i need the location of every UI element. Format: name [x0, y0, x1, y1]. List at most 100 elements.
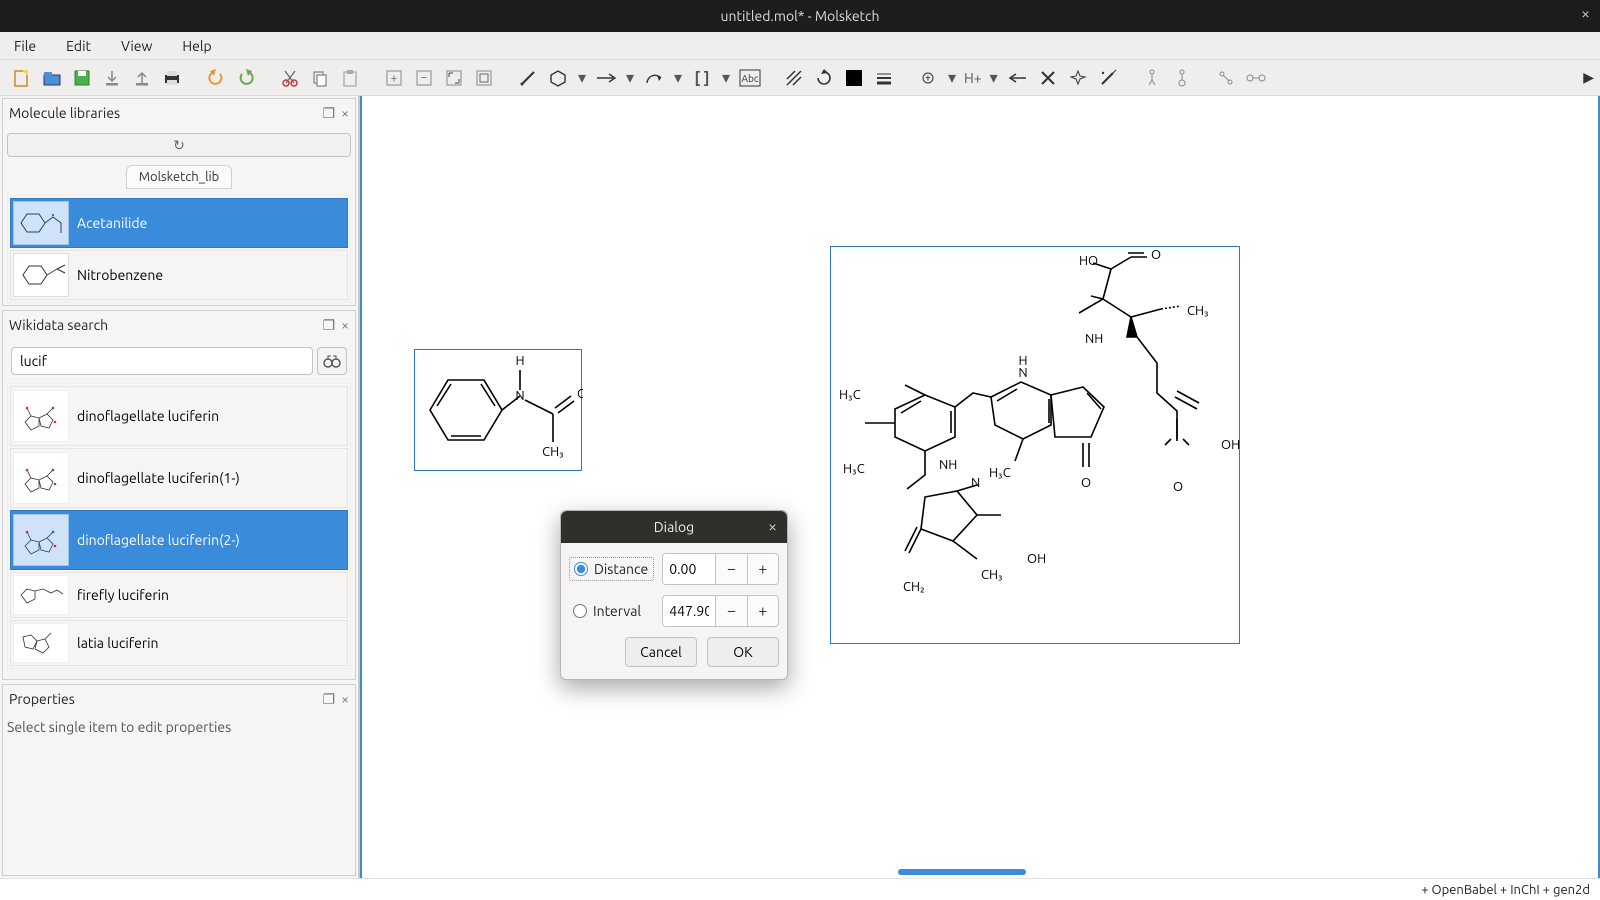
zoom-in-icon[interactable]: +: [382, 66, 406, 90]
horizontal-scroll-thumb[interactable]: [898, 869, 1026, 875]
chevron-down-icon[interactable]: ▾: [624, 66, 636, 90]
dialog-close-icon[interactable]: ×: [768, 518, 777, 536]
panel-title-properties: Properties: [9, 691, 75, 707]
svg-text:−: −: [421, 71, 428, 84]
properties-placeholder: Select single item to edit properties: [3, 713, 355, 795]
bracket-tool-icon[interactable]: [ ]: [690, 66, 714, 90]
distance-input[interactable]: [663, 554, 715, 584]
detach-panel-icon[interactable]: ❐: [323, 317, 336, 334]
spacing-dialog: Dialog × Distance − +: [560, 510, 788, 680]
binoculars-icon[interactable]: [317, 347, 347, 375]
interval-input[interactable]: [663, 596, 715, 626]
close-icon[interactable]: ×: [1581, 5, 1590, 23]
export-icon[interactable]: [130, 66, 154, 90]
panel-header-wikidata: Wikidata search ❐ ×: [3, 311, 355, 339]
menu-view[interactable]: View: [115, 36, 158, 56]
wiki-item[interactable]: dinoflagellate luciferin(1-): [10, 448, 348, 508]
close-panel-icon[interactable]: ×: [341, 317, 349, 334]
chevron-down-icon[interactable]: ▾: [576, 66, 588, 90]
distance-increment-button[interactable]: +: [747, 554, 778, 584]
chevron-down-icon[interactable]: ▾: [720, 66, 732, 90]
menu-help[interactable]: Help: [176, 36, 217, 56]
line-width-icon[interactable]: [872, 66, 896, 90]
zoom-out-icon[interactable]: −: [412, 66, 436, 90]
atom-label: N: [515, 389, 524, 403]
new-file-icon[interactable]: [10, 66, 34, 90]
menu-file[interactable]: File: [8, 36, 42, 56]
interval-increment-button[interactable]: +: [747, 596, 778, 626]
arrow-tool-icon[interactable]: [594, 66, 618, 90]
radio-distance-input[interactable]: [574, 562, 588, 576]
panel-properties: Properties ❐ × Select single item to edi…: [2, 684, 356, 876]
text-tool-icon[interactable]: Abc: [738, 66, 762, 90]
wiki-item[interactable]: dinoflagellate luciferin(2-): [10, 510, 348, 570]
atom-label: H: [1018, 354, 1027, 368]
library-tab-molsketch[interactable]: Molsketch_lib: [126, 165, 233, 189]
radio-interval-input[interactable]: [573, 604, 587, 618]
menu-edit[interactable]: Edit: [60, 36, 97, 56]
atom-label: NH: [1085, 332, 1103, 346]
paste-icon[interactable]: [338, 66, 362, 90]
wikidata-search-input[interactable]: [11, 347, 313, 375]
wiki-item-label: latia luciferin: [77, 635, 159, 651]
wiki-item-label: dinoflagellate luciferin: [77, 408, 219, 424]
molecule-selection-luciferin[interactable]: HO O NH CH₃ N H H₃C H₃C NH H₃C O OH O N …: [830, 246, 1240, 644]
chevron-down-icon[interactable]: ▾: [672, 66, 684, 90]
wiki-item[interactable]: dinoflagellate luciferin: [10, 386, 348, 446]
print-icon[interactable]: [160, 66, 184, 90]
rotate-icon[interactable]: [812, 66, 836, 90]
undo-icon[interactable]: [204, 66, 228, 90]
molecule-selection-acetanilide[interactable]: H N O CH₃: [414, 349, 582, 471]
ok-button[interactable]: OK: [707, 637, 779, 667]
radio-distance[interactable]: Distance: [569, 557, 654, 581]
cancel-button[interactable]: Cancel: [625, 637, 697, 667]
library-thumb-icon: [13, 201, 69, 245]
ring-tool-icon[interactable]: [546, 66, 570, 90]
cut-icon[interactable]: [278, 66, 302, 90]
hydrogen-tool-icon[interactable]: H+: [964, 66, 982, 90]
open-file-icon[interactable]: [40, 66, 64, 90]
wand-tool-icon[interactable]: [1096, 66, 1120, 90]
misc-tool-4-icon[interactable]: [1244, 66, 1268, 90]
save-file-icon[interactable]: [70, 66, 94, 90]
charge-tool-icon[interactable]: +: [916, 66, 940, 90]
erase-tool-icon[interactable]: [1036, 66, 1060, 90]
detach-panel-icon[interactable]: ❐: [323, 691, 336, 708]
curve-arrow-icon[interactable]: [642, 66, 666, 90]
panel-molecule-libraries: Molecule libraries ❐ × ↻ Molsketch_lib A…: [2, 98, 356, 306]
svg-text:Abc: Abc: [742, 73, 759, 84]
atom-label: HO: [1079, 254, 1098, 268]
misc-tool-2-icon[interactable]: [1170, 66, 1194, 90]
clean-tool-icon[interactable]: [1066, 66, 1090, 90]
toolbar-overflow-icon[interactable]: ▶: [1583, 69, 1594, 86]
refresh-libraries-button[interactable]: ↻: [7, 133, 351, 157]
radio-interval[interactable]: Interval: [569, 600, 654, 622]
redo-icon[interactable]: [234, 66, 258, 90]
detach-panel-icon[interactable]: ❐: [323, 105, 336, 122]
interval-decrement-button[interactable]: −: [715, 596, 746, 626]
hatch-icon[interactable]: [782, 66, 806, 90]
wiki-item[interactable]: firefly luciferin: [10, 572, 348, 618]
zoom-fit-icon[interactable]: [442, 66, 466, 90]
zoom-reset-icon[interactable]: [472, 66, 496, 90]
library-item-nitrobenzene[interactable]: Nitrobenzene: [10, 250, 348, 300]
chevron-down-icon[interactable]: ▾: [946, 66, 958, 90]
atom-label: O: [577, 387, 583, 401]
library-item-label: Nitrobenzene: [77, 267, 163, 283]
library-list: Acetanilide Nitrobenzene: [7, 195, 351, 303]
wiki-item[interactable]: latia luciferin: [10, 620, 348, 666]
close-panel-icon[interactable]: ×: [341, 691, 349, 708]
color-swatch-icon[interactable]: [842, 66, 866, 90]
misc-tool-1-icon[interactable]: [1140, 66, 1164, 90]
flip-tool-icon[interactable]: [1006, 66, 1030, 90]
copy-icon[interactable]: [308, 66, 332, 90]
chevron-down-icon[interactable]: ▾: [988, 66, 1000, 90]
distance-decrement-button[interactable]: −: [715, 554, 746, 584]
drawing-canvas[interactable]: H N O CH₃: [360, 96, 1600, 878]
close-panel-icon[interactable]: ×: [341, 105, 349, 122]
draw-tool-icon[interactable]: [516, 66, 540, 90]
library-item-acetanilide[interactable]: Acetanilide: [10, 198, 348, 248]
misc-tool-3-icon[interactable]: [1214, 66, 1238, 90]
import-icon[interactable]: [100, 66, 124, 90]
atom-label: CH₂: [903, 580, 925, 594]
